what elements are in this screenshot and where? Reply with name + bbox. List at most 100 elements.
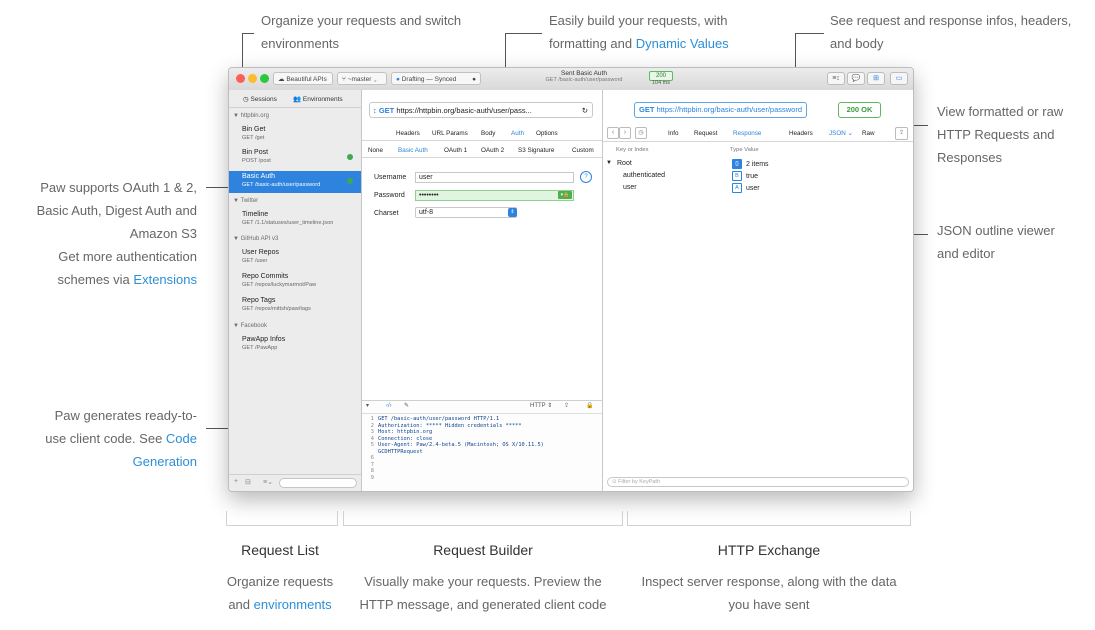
group-header[interactable]: ▼ Facebook: [233, 323, 267, 329]
keypath-filter-input[interactable]: ⊙ Filter by KeyPath: [607, 477, 909, 487]
tab-headers[interactable]: Headers: [789, 130, 813, 137]
tab-response[interactable]: Response: [733, 130, 761, 137]
group-header[interactable]: ▼ Twitter: [233, 198, 258, 204]
url-text: https://httpbin.org/basic-auth/user/pass…: [656, 105, 803, 114]
list-item[interactable]: Bin Get GET /get: [229, 124, 361, 146]
request-path: GET /1.1/statuses/user_timeline.json: [242, 220, 334, 226]
tab-options[interactable]: Options: [536, 130, 558, 137]
code-text: GCDHTTPRequest: [378, 448, 423, 455]
column-header-type-value: Type Value: [730, 147, 759, 153]
tab-auth[interactable]: Auth: [511, 130, 524, 137]
json-row[interactable]: ▼ Root {} 2 items: [603, 158, 913, 170]
record-icon: ●: [472, 76, 476, 83]
dynamic-values-link[interactable]: Dynamic Values: [636, 36, 729, 51]
sidebar-filter-input[interactable]: [279, 478, 357, 488]
description-line: Visually make your requests. Preview the: [364, 574, 602, 589]
comment-button[interactable]: 💬: [847, 72, 865, 85]
branch-name: ~master: [347, 76, 372, 83]
add-panel-button[interactable]: ⊞: [867, 72, 885, 85]
method-label: GET: [639, 105, 655, 114]
chevron-down-icon: ⌄: [371, 76, 378, 83]
help-icon[interactable]: ?: [580, 171, 592, 183]
extensions-link[interactable]: Extensions: [133, 272, 197, 287]
tab-json[interactable]: JSON ⌄: [829, 130, 853, 137]
code-format-select[interactable]: HTTP ⇕: [530, 403, 552, 410]
minimize-window-button[interactable]: [248, 74, 257, 83]
tab-raw[interactable]: Raw: [862, 130, 875, 137]
lock-icon[interactable]: 🔒: [586, 403, 593, 410]
history-button[interactable]: ◷: [635, 127, 647, 139]
zoom-window-button[interactable]: [260, 74, 269, 83]
caption-oauth: Paw supports OAuth 1 & 2, Basic Auth, Di…: [0, 176, 197, 245]
username-field[interactable]: user: [415, 172, 574, 183]
url-field[interactable]: ↕ GET https://httpbin.org/basic-auth/use…: [369, 102, 593, 118]
list-item[interactable]: User Repos GET /user: [229, 247, 361, 269]
back-button[interactable]: ‹: [607, 127, 619, 139]
list-item[interactable]: Timeline GET /1.1/statuses/user_timeline.…: [229, 209, 361, 231]
lock-icon[interactable]: ▾🔒: [558, 191, 572, 199]
value-text: user: [746, 184, 760, 192]
sync-status[interactable]: ● Drafting — Synced ●: [391, 72, 481, 85]
group-label: Twitter: [240, 198, 259, 204]
charset-label: Charset: [374, 210, 399, 217]
share-button[interactable]: ⇪: [895, 127, 908, 140]
auth-oauth2[interactable]: OAuth 2: [481, 147, 504, 154]
disclosure-triangle-icon[interactable]: ▼: [606, 160, 612, 166]
url-text: https://httpbin.org/basic-auth/user/pass…: [396, 106, 532, 115]
branch-selector[interactable]: ⑂ ~master ⌄: [337, 72, 387, 85]
tab-url-params[interactable]: URL Params: [432, 130, 468, 137]
toolbar: ☁ Beautiful APIs ⑂ ~master ⌄ ● Drafting …: [229, 68, 913, 91]
sort-icon[interactable]: ≡⌄: [263, 478, 273, 486]
tab-sessions[interactable]: ◷ Sessions: [243, 95, 277, 103]
pencil-icon[interactable]: ✎: [404, 403, 409, 410]
group-label: Facebook: [240, 323, 267, 329]
tab-request[interactable]: Request: [694, 130, 717, 137]
tab-body[interactable]: Body: [481, 130, 495, 137]
tab-environments[interactable]: 👥 Environments: [293, 95, 343, 103]
string-type-icon: A: [732, 183, 742, 193]
section-bracket: [343, 511, 623, 526]
project-selector[interactable]: ☁ Beautiful APIs: [273, 72, 333, 85]
tab-info[interactable]: Info: [668, 130, 679, 137]
code-icon[interactable]: ‹/›: [386, 403, 392, 410]
share-icon[interactable]: ⇪: [564, 403, 569, 410]
layout-button[interactable]: ▭: [890, 72, 908, 85]
json-row[interactable]: user Auser: [603, 182, 913, 194]
group-header[interactable]: ▼ httpbin.org: [233, 113, 269, 119]
auth-custom[interactable]: Custom: [572, 147, 594, 154]
request-name: Repo Tags: [242, 297, 276, 304]
password-label: Password: [374, 192, 405, 199]
method-selector[interactable]: ↕ GET: [373, 106, 394, 115]
close-window-button[interactable]: [236, 74, 245, 83]
list-item[interactable]: PawApp Infos GET /PawApp: [229, 334, 361, 356]
code-preview: ▾ ‹/› ✎ HTTP ⇕ ⇪ 🔒 1 GET /basic-auth/user…: [362, 400, 602, 491]
tab-headers[interactable]: Headers: [396, 130, 420, 137]
charset-select[interactable]: utf-8: [415, 207, 517, 218]
environments-link[interactable]: environments: [254, 597, 332, 612]
group-header[interactable]: ▼ GitHub API v3: [233, 236, 278, 242]
generation-link[interactable]: Generation: [133, 454, 197, 469]
list-item[interactable]: Repo Commits GET /repos/luckymarmot/Paw: [229, 271, 361, 293]
auth-oauth1[interactable]: OAuth 1: [444, 147, 467, 154]
list-item[interactable]: Bin Post POST /post: [229, 147, 361, 169]
code-link[interactable]: Code: [166, 431, 197, 446]
password-field[interactable]: ••••••••: [415, 190, 574, 201]
caption-organize: Organize your requests and switch enviro…: [261, 9, 521, 55]
auth-s3[interactable]: S3 Signature: [518, 147, 554, 154]
request-path: GET /basic-auth/user/password: [242, 182, 321, 188]
auth-none[interactable]: None: [368, 147, 383, 154]
sync-label: Drafting — Synced: [401, 76, 457, 83]
sort-button[interactable]: ≡↕: [827, 72, 845, 85]
chevron-updown-icon: ⇕: [508, 208, 517, 217]
response-url[interactable]: GET https://httpbin.org/basic-auth/user/…: [634, 102, 808, 118]
panel-toggle-icon[interactable]: ▾: [366, 403, 369, 410]
list-item[interactable]: Repo Tags GET /repos/mittsh/paw/tags: [229, 295, 361, 317]
reload-icon[interactable]: ↻: [582, 103, 588, 117]
folder-icon[interactable]: ⊟: [245, 478, 251, 486]
json-row[interactable]: authenticated Btrue: [603, 170, 913, 182]
list-item[interactable]: Basic Auth GET /basic-auth/user/password: [229, 171, 361, 193]
forward-button[interactable]: ›: [619, 127, 631, 139]
add-icon[interactable]: +: [234, 478, 238, 485]
json-key: Root: [617, 160, 632, 167]
auth-basic[interactable]: Basic Auth: [398, 147, 428, 154]
